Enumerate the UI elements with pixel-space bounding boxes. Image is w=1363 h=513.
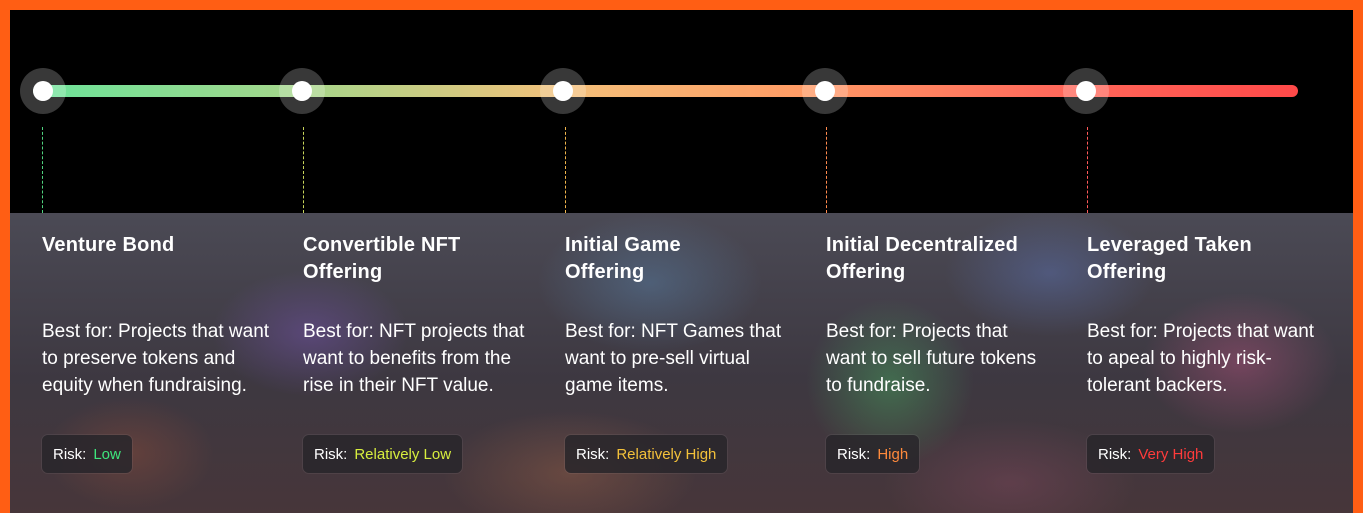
offering-title: Convertible NFT Offering <box>303 234 461 283</box>
offering-column-initial-game: Initial Game Offering Best for: NFT Game… <box>565 232 805 428</box>
connector-dash <box>1087 127 1088 213</box>
risk-badge: Risk: Low <box>42 435 132 473</box>
risk-badge: Risk: Relatively High <box>565 435 728 473</box>
timeline-node-initial-decentralized <box>802 68 848 114</box>
node-dot <box>33 81 53 101</box>
connector-dash <box>826 127 827 213</box>
connector-dash <box>42 127 43 213</box>
risk-label: Risk: <box>314 445 348 463</box>
offering-title: Initial Decentralized Offering <box>826 234 1019 283</box>
offering-description: Best for: Projects that want to preserve… <box>42 321 270 396</box>
risk-label: Risk: <box>1098 445 1132 463</box>
offering-description: Best for: Projects that want to apeal to… <box>1087 321 1315 396</box>
risk-label: Risk: <box>576 445 610 463</box>
connector-dash <box>303 127 304 213</box>
node-dot <box>292 81 312 101</box>
offering-column-leveraged: Leveraged Taken Offering Best for: Proje… <box>1087 232 1327 428</box>
node-dot <box>1076 81 1096 101</box>
node-dot <box>553 81 573 101</box>
risk-badge: Risk: Relatively Low <box>303 435 463 473</box>
offering-column-venture-bond: Venture Bond Best for: Projects that wan… <box>42 232 282 428</box>
risk-value: Relatively Low <box>354 445 452 463</box>
offering-column-convertible-nft: Convertible NFT Offering Best for: NFT p… <box>303 232 543 428</box>
risk-value: Relatively High <box>616 445 717 463</box>
node-dot <box>815 81 835 101</box>
timeline-node-venture-bond <box>20 68 66 114</box>
timeline-node-initial-game <box>540 68 586 114</box>
offering-column-initial-decentralized: Initial Decentralized Offering Best for:… <box>826 232 1066 428</box>
connector-dash <box>565 127 566 213</box>
timeline-node-leveraged <box>1063 68 1109 114</box>
risk-label: Risk: <box>837 445 871 463</box>
timeline-node-convertible-nft <box>279 68 325 114</box>
offering-title: Leveraged Taken Offering <box>1087 234 1252 283</box>
risk-badge: Risk: Very High <box>1087 435 1215 473</box>
offering-title: Initial Game Offering <box>565 234 681 283</box>
risk-value: High <box>877 445 909 463</box>
risk-badge: Risk: High <box>826 435 920 473</box>
risk-spectrum-panel: Venture Bond Best for: Projects that wan… <box>10 10 1353 513</box>
risk-value: Low <box>93 445 121 463</box>
offering-description: Best for: Projects that want to sell fut… <box>826 321 1037 396</box>
risk-value: Very High <box>1138 445 1204 463</box>
risk-label: Risk: <box>53 445 87 463</box>
offering-description: Best for: NFT projects that want to bene… <box>303 321 525 396</box>
offering-description: Best for: NFT Games that want to pre-sel… <box>565 321 782 396</box>
offering-title: Venture Bond <box>42 234 175 256</box>
